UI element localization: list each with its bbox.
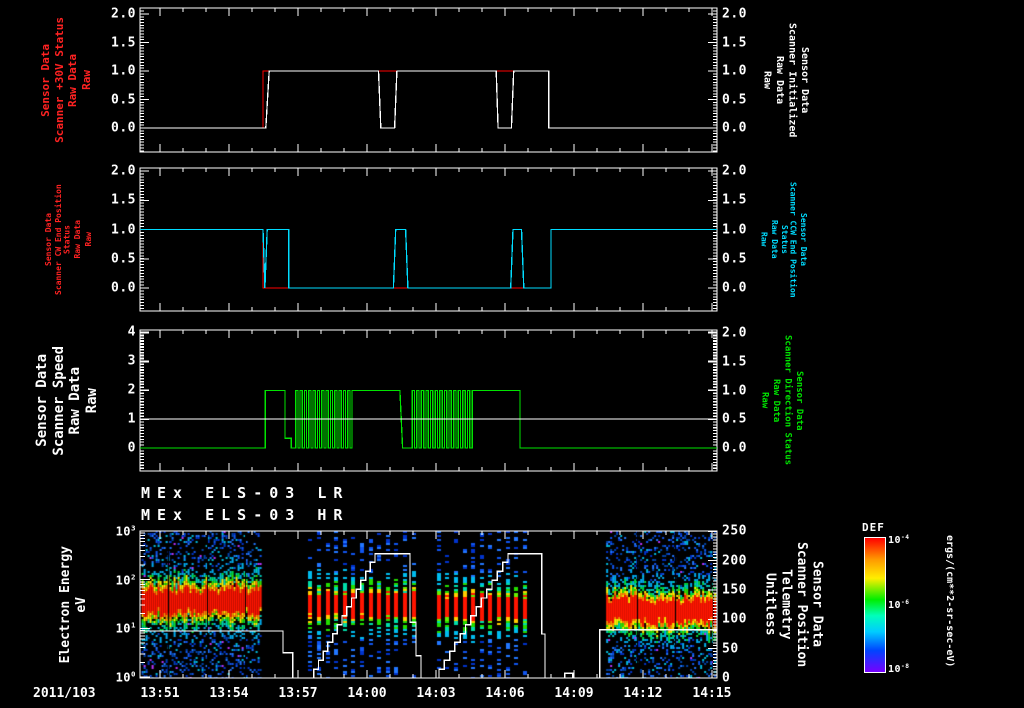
panel4-left-axis-label: Electron Energy eV	[58, 531, 89, 678]
axis-label-line: Scanner CCW End Position Status	[780, 181, 798, 298]
panel1-right-axis-label: Sensor Data Scanner Initialized Raw Data…	[760, 8, 811, 152]
colorbar-tick-label: 10-4	[888, 533, 910, 547]
axis-label-line: Raw Data	[67, 366, 84, 435]
series-scanner-initialized	[140, 70, 717, 129]
tick-label: 1.0	[722, 222, 747, 237]
axis-label-line: Scanner Position	[793, 541, 809, 668]
time-tick-label: 14:00	[347, 686, 387, 701]
tick-label: 0.0	[722, 120, 747, 136]
axis-label-line: Raw Data	[73, 220, 83, 259]
axis-label-line: Scanner Direction Status	[782, 335, 793, 466]
axis-label-line: Sensor Data	[34, 354, 50, 447]
axis-label-line: Sensor Data	[44, 213, 53, 266]
axis-label-line: Sensor Data	[799, 46, 810, 114]
axis-label-line: Sensor Data	[793, 370, 804, 431]
axis-label-line: Telemetry	[778, 569, 794, 640]
colorbar-unit-label: ergs/(cm**2-sr-sec-eV)	[944, 535, 955, 668]
tick-label: 101	[115, 620, 136, 636]
axis-label-line: Raw Data	[774, 55, 785, 105]
time-tick-label: 14:12	[623, 686, 663, 701]
axis-label-line: Raw	[79, 70, 93, 90]
colorbar-tick-label: 10-6	[888, 598, 910, 611]
axis-label-line: Raw	[83, 232, 93, 247]
axis-label-line: Raw Data	[770, 378, 781, 423]
tick-label: 102	[115, 572, 136, 588]
time-tick-label: 14:03	[416, 686, 456, 701]
tick-label: 100	[115, 669, 136, 685]
panel4-right-axis-label: Sensor Data Scanner Position Telemetry U…	[762, 531, 825, 678]
axis-label-line: Raw	[759, 232, 769, 247]
tick-label: 250	[722, 523, 747, 539]
colorbar	[864, 537, 886, 673]
time-tick-label: 13:54	[209, 686, 249, 701]
tick-label: 1.5	[722, 35, 747, 50]
tick-label: 0.5	[722, 411, 747, 427]
tick-label: 150	[722, 582, 747, 598]
time-tick-label: 13:51	[140, 686, 180, 701]
axis-label-line: Scanner +30V Status	[52, 17, 66, 143]
panel3-left-axis-label: Sensor Data Scanner Speed Raw Data Raw	[34, 330, 101, 471]
figure-root: Sensor Data Scanner +30V Status Raw Data…	[0, 0, 1024, 708]
spectrogram-title-lr: MEx ELS-03 LR	[141, 484, 350, 502]
tick-label: 0.5	[722, 251, 747, 267]
series-cw-end-position-status	[140, 228, 717, 289]
tick-label: 1.0	[722, 383, 747, 398]
colorbar-title: DEF	[862, 521, 885, 534]
tick-label: 2.0	[722, 325, 747, 341]
time-tick-label: 14:15	[692, 686, 732, 701]
colorbar-tick-label: 10-8	[888, 662, 910, 676]
time-tick-label: 14:09	[554, 686, 594, 701]
panel2-right-axis-label: Sensor Data Scanner CCW End Position Sta…	[758, 168, 808, 311]
tick-label: 0	[722, 670, 731, 686]
tick-label: 200	[722, 553, 747, 569]
spectrogram-title-hr: MEx ELS-03 HR	[141, 506, 350, 524]
axis-label-line: Raw	[761, 70, 773, 90]
tick-label: 1.0	[722, 63, 747, 79]
axis-label-line: Electron Energy	[58, 545, 73, 664]
tick-label: 50	[722, 641, 739, 657]
tick-label: 0.0	[722, 280, 747, 296]
panel2-left-axis-label: Sensor Data Scanner CW End Position Stat…	[44, 168, 94, 311]
series-ccw-end-position-status	[140, 228, 717, 289]
axis-label-line: Raw	[84, 387, 101, 414]
axis-label-line: Raw	[759, 392, 770, 409]
axis-label-line: eV	[73, 596, 89, 613]
axis-label-line: Unitless	[762, 573, 778, 636]
date-label: 2011/103	[33, 686, 96, 701]
axis-label-line: Sensor Data	[798, 213, 808, 266]
tick-label: 2.0	[722, 6, 747, 22]
tick-label: 1.5	[722, 354, 747, 370]
axis-label-line: Sensor Data	[809, 561, 825, 648]
axis-label-line: Raw Data	[769, 220, 779, 259]
axis-label-line: Scanner Speed	[50, 345, 67, 456]
tick-label: 0.0	[722, 440, 747, 456]
tick-label: 0.5	[722, 92, 747, 107]
tick-label: 103	[115, 523, 136, 539]
series-scanner-30v-status	[140, 70, 717, 129]
axis-label-line: Raw Data	[66, 53, 80, 107]
panel1-left-axis-label: Sensor Data Scanner +30V Status Raw Data…	[39, 8, 93, 152]
axis-label-line: Sensor Data	[39, 43, 52, 117]
tick-label: 1.5	[722, 192, 747, 208]
spectrogram-canvas	[140, 531, 718, 678]
time-tick-label: 14:06	[485, 686, 525, 701]
tick-label: 2.0	[722, 163, 747, 179]
time-tick-label: 13:57	[278, 686, 318, 701]
panel3-right-axis-label: Sensor Data Scanner Direction Status Raw…	[758, 330, 804, 471]
tick-label: 100	[722, 611, 747, 627]
axis-label-line: Scanner Initialized	[786, 22, 798, 138]
axis-label-line: Scanner CW End Position Status	[54, 184, 72, 295]
series-scanner-direction-status	[140, 389, 717, 449]
